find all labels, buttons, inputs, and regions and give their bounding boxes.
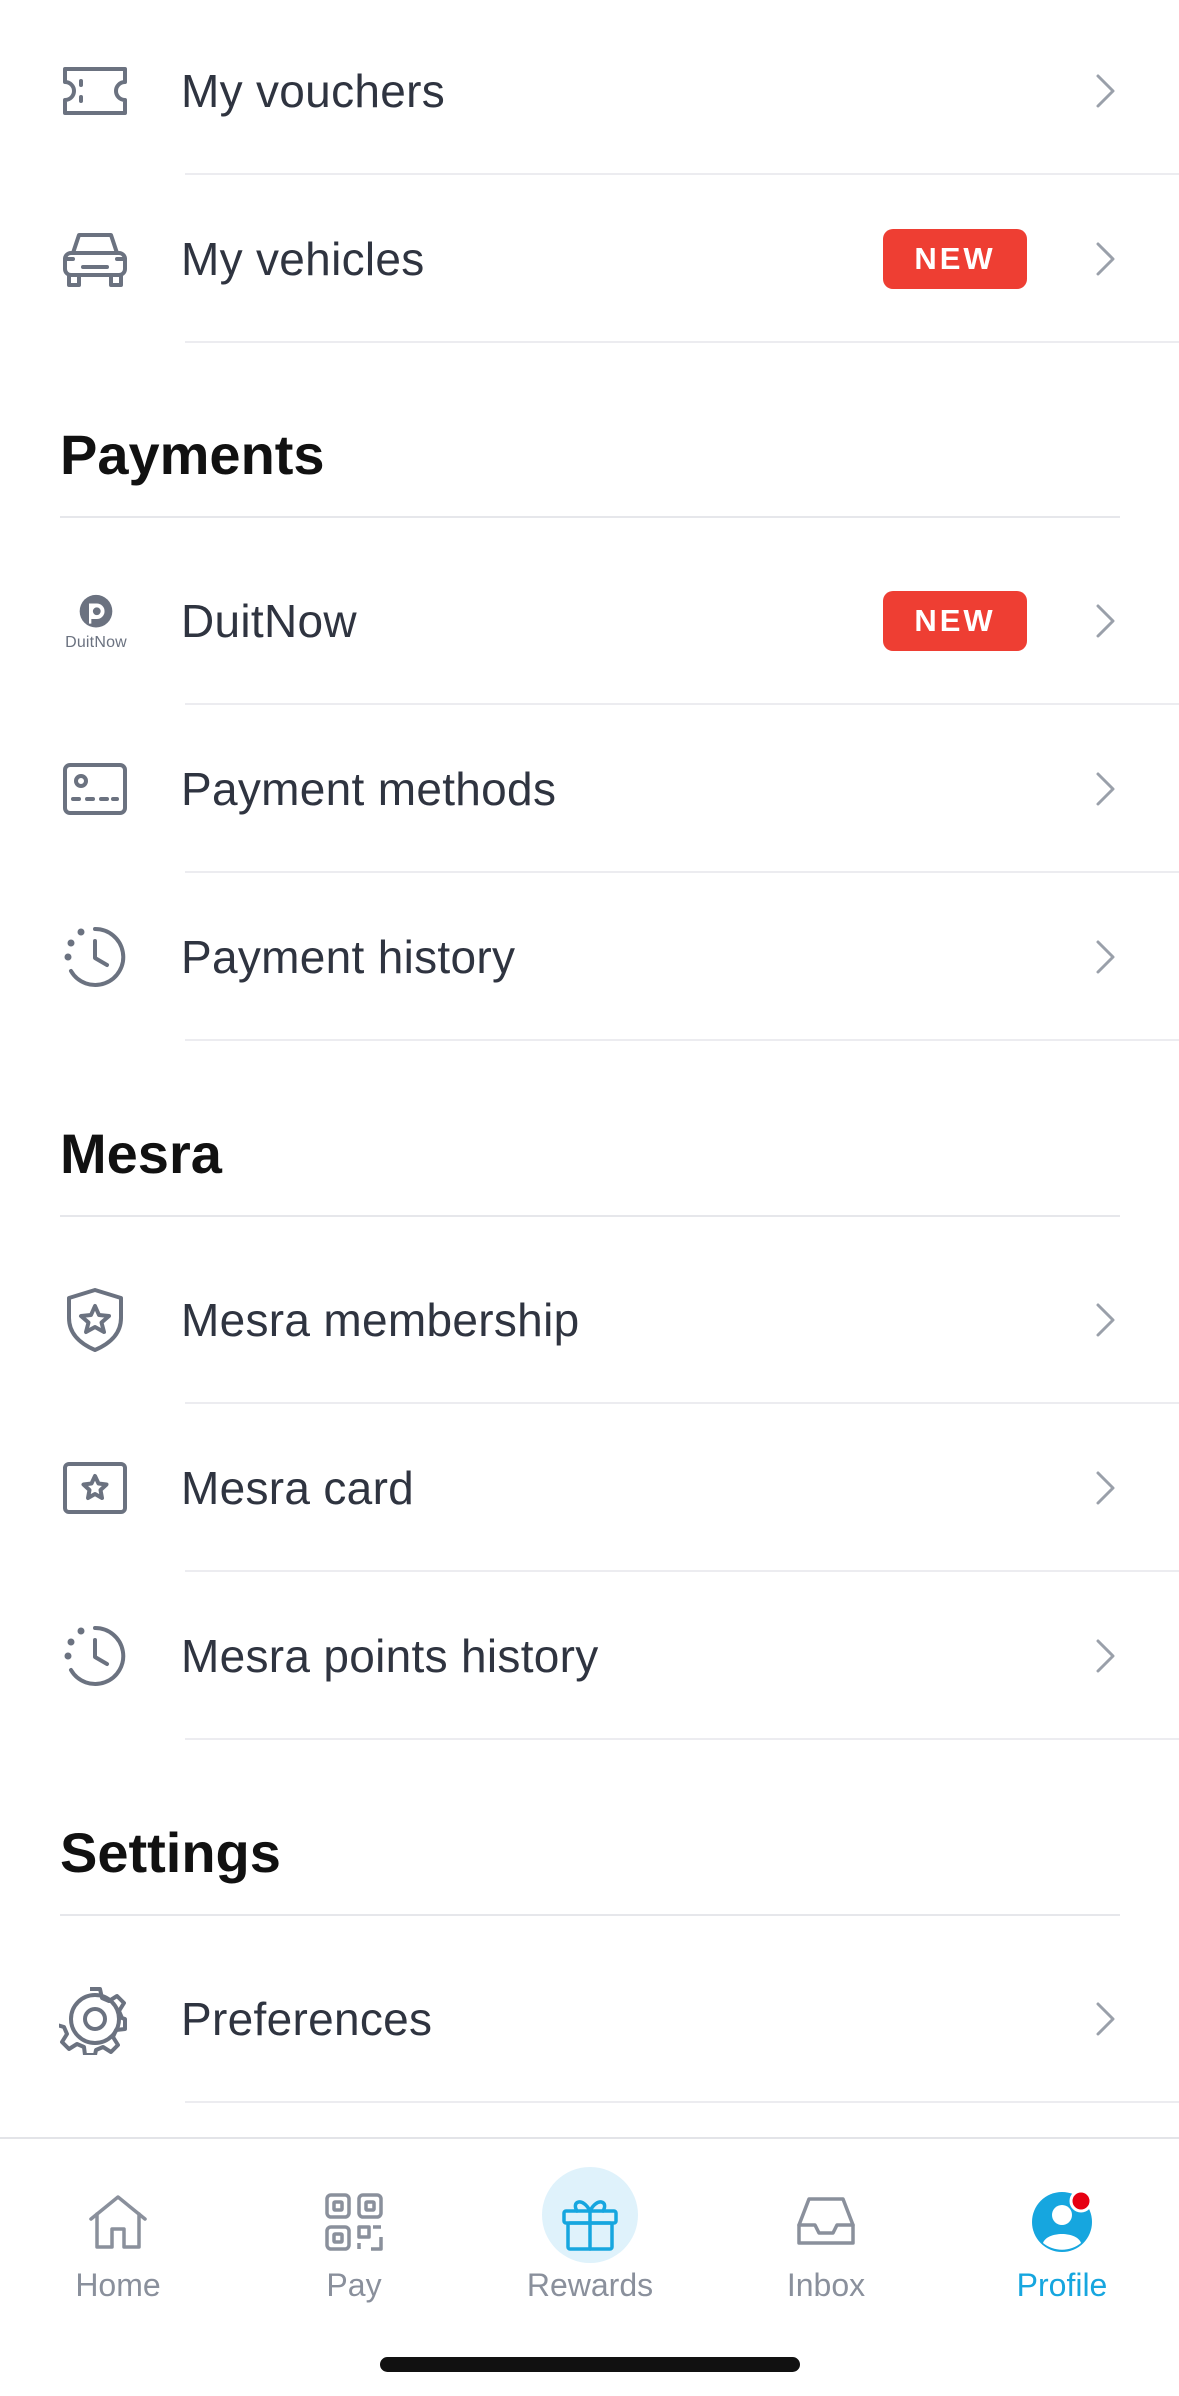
history-icon — [59, 921, 131, 993]
divider — [185, 1738, 1179, 1740]
tab-label: Pay — [326, 2267, 382, 2303]
menu-row-payment-history[interactable]: Payment history — [0, 873, 1179, 1041]
menu-row-mesra-points-history[interactable]: Mesra points history — [0, 1572, 1179, 1740]
new-badge: NEW — [883, 591, 1027, 651]
section-divider — [60, 1914, 1120, 1916]
duitnow-logo-icon: DuitNow — [56, 585, 136, 657]
menu-label: Mesra membership — [181, 1294, 580, 1346]
section-divider — [60, 1215, 1120, 1217]
tab-label: Profile — [1016, 2267, 1108, 2303]
gear-icon — [59, 1983, 131, 2055]
menu-label: DuitNow — [181, 595, 357, 647]
inbox-icon — [793, 2189, 859, 2255]
menu-row-mesra-card[interactable]: Mesra card — [0, 1404, 1179, 1572]
tab-label: Home — [75, 2267, 161, 2303]
home-icon — [85, 2189, 151, 2255]
chevron-right-icon — [1096, 242, 1115, 276]
section-title-settings: Settings — [60, 1821, 281, 1884]
chevron-right-icon — [1096, 1639, 1115, 1673]
menu-label: Payment methods — [181, 763, 557, 815]
menu-row-duitnow[interactable]: DuitNow DuitNow NEW — [0, 537, 1179, 705]
tab-pay[interactable]: Pay — [254, 2167, 454, 2317]
menu-row-payment-methods[interactable]: Payment methods — [0, 705, 1179, 873]
chevron-right-icon — [1096, 74, 1115, 108]
divider — [185, 341, 1179, 343]
chevron-right-icon — [1096, 772, 1115, 806]
star-card-icon — [59, 1452, 131, 1524]
menu-label: My vehicles — [181, 233, 425, 285]
menu-label: Preferences — [181, 1993, 433, 2045]
shield-star-icon — [59, 1284, 131, 1356]
chevron-right-icon — [1096, 1303, 1115, 1337]
menu-label: Payment history — [181, 931, 516, 983]
chevron-right-icon — [1096, 940, 1115, 974]
section-title-mesra: Mesra — [60, 1122, 222, 1185]
menu-label: My vouchers — [181, 65, 446, 117]
chevron-right-icon — [1096, 1471, 1115, 1505]
card-icon — [59, 753, 131, 825]
history-icon — [59, 1620, 131, 1692]
divider — [185, 2101, 1179, 2103]
chevron-right-icon — [1096, 2002, 1115, 2036]
menu-row-preferences[interactable]: Preferences — [0, 1935, 1179, 2103]
menu-label: Mesra card — [181, 1462, 415, 1514]
ticket-icon — [59, 55, 131, 127]
gift-icon — [557, 2189, 623, 2255]
section-title-payments: Payments — [60, 423, 325, 486]
menu-row-mesra-membership[interactable]: Mesra membership — [0, 1236, 1179, 1404]
tab-home[interactable]: Home — [18, 2167, 218, 2317]
tab-inbox[interactable]: Inbox — [726, 2167, 926, 2317]
menu-row-my-vehicles[interactable]: My vehicles NEW — [0, 175, 1179, 343]
car-icon — [59, 223, 131, 295]
section-divider — [60, 516, 1120, 518]
profile-icon — [1029, 2189, 1095, 2255]
tab-label: Inbox — [786, 2267, 866, 2303]
home-indicator — [380, 2357, 800, 2372]
duitnow-logo-text: DuitNow — [65, 634, 127, 651]
qr-icon — [321, 2189, 387, 2255]
tab-profile[interactable]: Profile — [962, 2167, 1162, 2317]
chevron-right-icon — [1096, 604, 1115, 638]
divider — [185, 1039, 1179, 1041]
profile-screen: My vouchers My vehicles NEW Payments Dui… — [0, 0, 1179, 2396]
tab-rewards[interactable]: Rewards — [490, 2167, 690, 2317]
menu-label: Mesra points history — [181, 1630, 599, 1682]
menu-row-my-vouchers[interactable]: My vouchers — [0, 7, 1179, 175]
tab-label: Rewards — [526, 2267, 654, 2303]
new-badge: NEW — [883, 229, 1027, 289]
